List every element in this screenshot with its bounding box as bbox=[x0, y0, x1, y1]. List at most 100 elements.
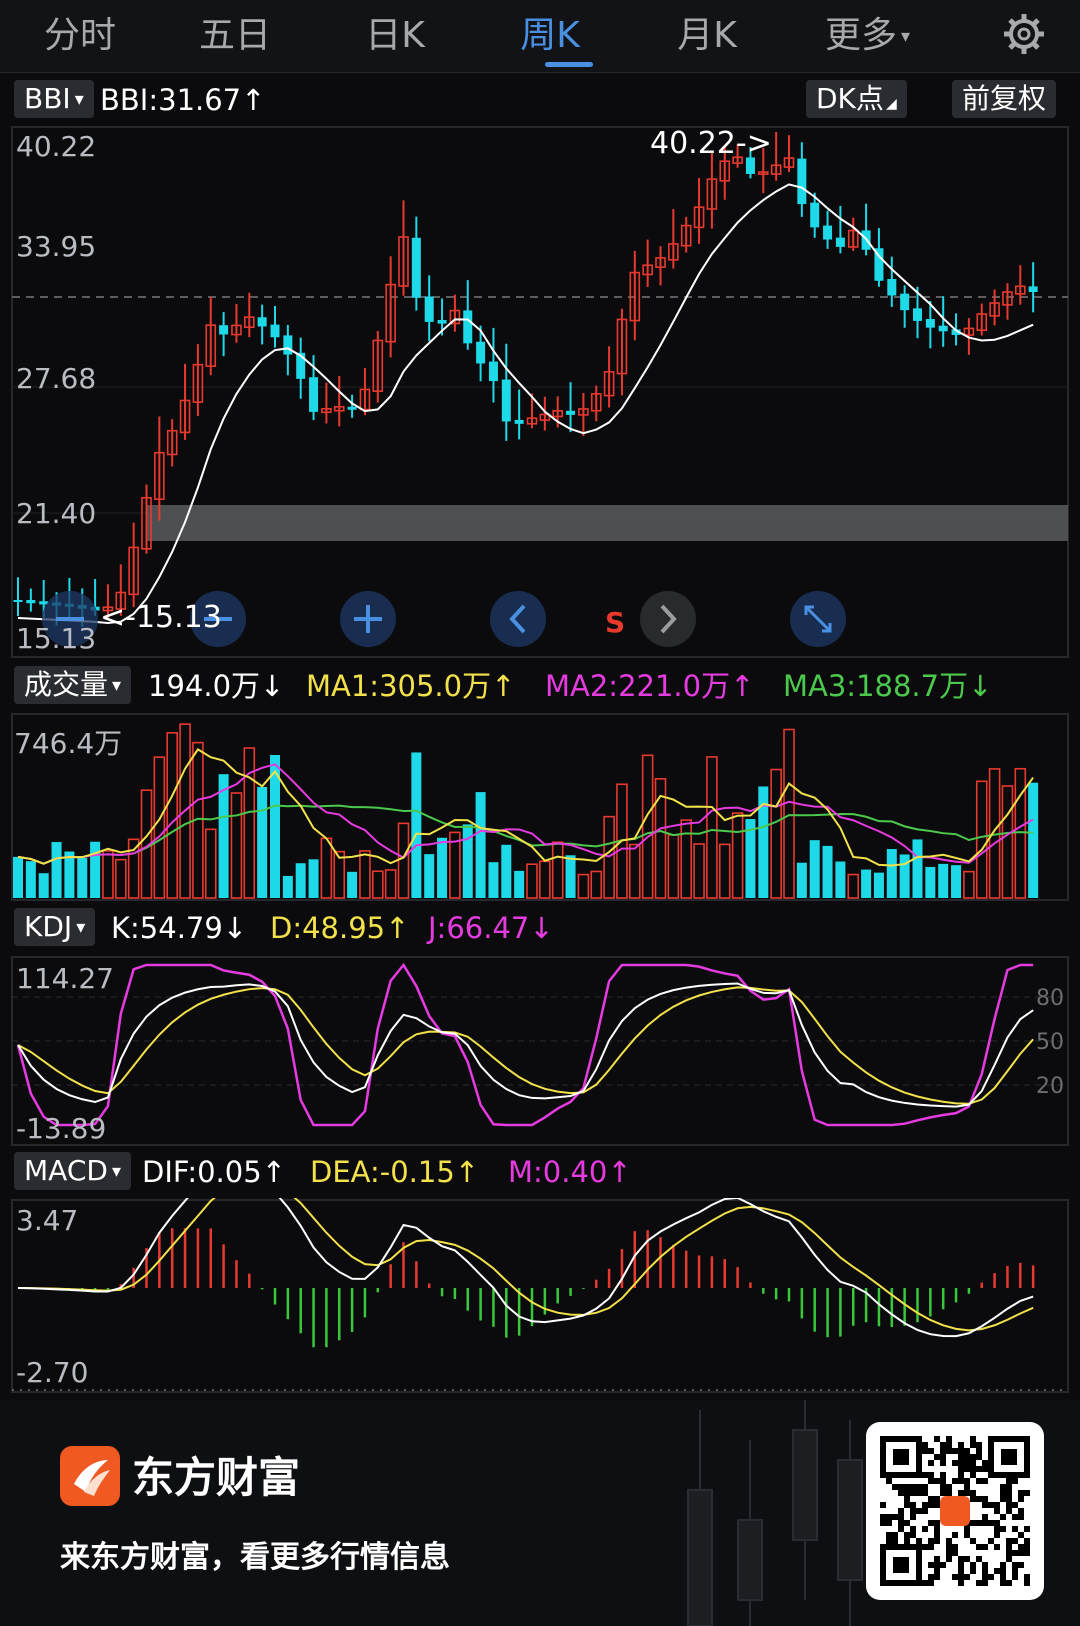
candle-body bbox=[797, 158, 807, 205]
qr-module bbox=[1024, 1538, 1030, 1544]
price-chart[interactable]: 40.22-> S <-15.13 bbox=[0, 125, 1080, 660]
kdj-indicator-select[interactable]: KDJ ▾ bbox=[14, 908, 96, 946]
qr-module bbox=[982, 1574, 988, 1580]
qr-module bbox=[988, 1574, 994, 1580]
qr-module bbox=[898, 1520, 904, 1526]
qr-module bbox=[1012, 1514, 1018, 1520]
qr-module bbox=[958, 1574, 964, 1580]
kdj-d-line bbox=[17, 986, 1034, 1105]
dk-point-button[interactable]: DK点 ◢ bbox=[806, 80, 907, 118]
indicator-select[interactable]: BBI ▾ bbox=[14, 80, 94, 118]
volume-bar bbox=[951, 865, 962, 898]
settings-gear-icon[interactable] bbox=[1000, 10, 1048, 58]
qr-module bbox=[928, 1472, 934, 1478]
qr-module bbox=[1012, 1478, 1018, 1484]
volume-bar bbox=[796, 862, 807, 898]
qr-module bbox=[1006, 1580, 1012, 1586]
kdj-chart[interactable]: 80 50 20 bbox=[0, 955, 1080, 1147]
qr-module bbox=[928, 1544, 934, 1550]
volume-bar bbox=[770, 768, 782, 899]
qr-module bbox=[1024, 1544, 1030, 1550]
macd-indicator-select[interactable]: MACD ▾ bbox=[14, 1152, 131, 1190]
volume-bar bbox=[938, 863, 949, 898]
tab-fenshi[interactable]: 分时 bbox=[40, 10, 120, 62]
kdj-k-line bbox=[17, 982, 1034, 1108]
qr-module bbox=[958, 1580, 964, 1586]
qr-module bbox=[958, 1562, 964, 1568]
caret-down-icon: ▾ bbox=[76, 917, 86, 938]
qr-module bbox=[958, 1466, 964, 1472]
qr-module bbox=[910, 1532, 916, 1538]
volume-bar bbox=[77, 858, 88, 898]
qr-center-logo bbox=[940, 1496, 970, 1526]
kdj-max-label: 114.27 bbox=[16, 962, 114, 995]
candle-body bbox=[283, 335, 293, 355]
qr-module bbox=[922, 1580, 928, 1586]
qr-module bbox=[982, 1514, 988, 1520]
candle-body bbox=[501, 379, 511, 422]
tab-zhouk[interactable]: 周K bbox=[515, 10, 585, 62]
qr-module bbox=[946, 1448, 952, 1454]
qr-module bbox=[994, 1502, 1000, 1508]
qr-module bbox=[880, 1502, 886, 1508]
macd-chart[interactable] bbox=[0, 1198, 1080, 1396]
qr-module bbox=[940, 1472, 946, 1478]
volume-bar bbox=[371, 870, 384, 899]
qr-module bbox=[964, 1556, 970, 1562]
tab-yuek[interactable]: 月K bbox=[672, 10, 742, 62]
tab-more[interactable]: 更多 ▾ bbox=[825, 10, 945, 62]
volume-bar bbox=[102, 850, 114, 899]
qr-module bbox=[976, 1556, 982, 1562]
volume-indicator-select[interactable]: 成交量 ▾ bbox=[14, 666, 132, 704]
qr-module bbox=[1006, 1484, 1012, 1490]
volume-chart[interactable] bbox=[0, 712, 1080, 902]
volume-bar bbox=[1014, 767, 1027, 899]
volume-bar bbox=[899, 854, 910, 898]
macd-indicator-label: MACD bbox=[24, 1154, 108, 1187]
qr-module bbox=[1024, 1550, 1030, 1556]
zoom-in-button[interactable] bbox=[340, 591, 396, 647]
volume-bar bbox=[667, 834, 680, 899]
qr-module bbox=[904, 1538, 910, 1544]
qr-module bbox=[988, 1520, 994, 1526]
qr-module bbox=[940, 1562, 946, 1568]
volume-bar bbox=[590, 870, 603, 899]
qr-module bbox=[940, 1490, 946, 1496]
tab-rik[interactable]: 日K bbox=[360, 10, 430, 62]
scroll-left-button[interactable] bbox=[490, 591, 546, 647]
volume-ma2-line bbox=[17, 763, 1034, 865]
fullscreen-button[interactable] bbox=[790, 591, 846, 647]
qr-module bbox=[904, 1484, 910, 1490]
tab-wuri[interactable]: 五日 bbox=[195, 10, 275, 62]
qr-module bbox=[922, 1502, 928, 1508]
qr-module bbox=[982, 1544, 988, 1550]
qr-module bbox=[928, 1478, 934, 1484]
qr-module bbox=[904, 1532, 910, 1538]
qr-module bbox=[934, 1538, 940, 1544]
qr-module bbox=[910, 1484, 916, 1490]
fuquan-button[interactable]: 前复权 bbox=[952, 80, 1057, 118]
volume-bar bbox=[835, 861, 846, 898]
scroll-right-button[interactable] bbox=[640, 591, 696, 647]
qr-module bbox=[988, 1502, 994, 1508]
volume-bar bbox=[359, 850, 371, 899]
qr-module bbox=[934, 1496, 940, 1502]
candle-body bbox=[938, 325, 948, 332]
candle-body bbox=[463, 310, 473, 344]
qr-module bbox=[970, 1490, 976, 1496]
qr-module bbox=[964, 1466, 970, 1472]
candle-body bbox=[437, 320, 447, 324]
qr-module bbox=[1018, 1490, 1024, 1496]
volume-bar bbox=[166, 732, 178, 899]
qr-module bbox=[994, 1544, 1000, 1550]
qr-module bbox=[982, 1562, 988, 1568]
qr-module bbox=[928, 1460, 934, 1466]
qr-module bbox=[934, 1520, 940, 1526]
qr-module bbox=[880, 1514, 886, 1520]
volume-bar bbox=[886, 849, 897, 898]
qr-module bbox=[1006, 1502, 1012, 1508]
volume-indicator-label: 成交量 bbox=[24, 668, 109, 701]
candle-body bbox=[925, 319, 935, 328]
candle-body bbox=[270, 324, 280, 338]
volume-bar bbox=[861, 869, 872, 898]
